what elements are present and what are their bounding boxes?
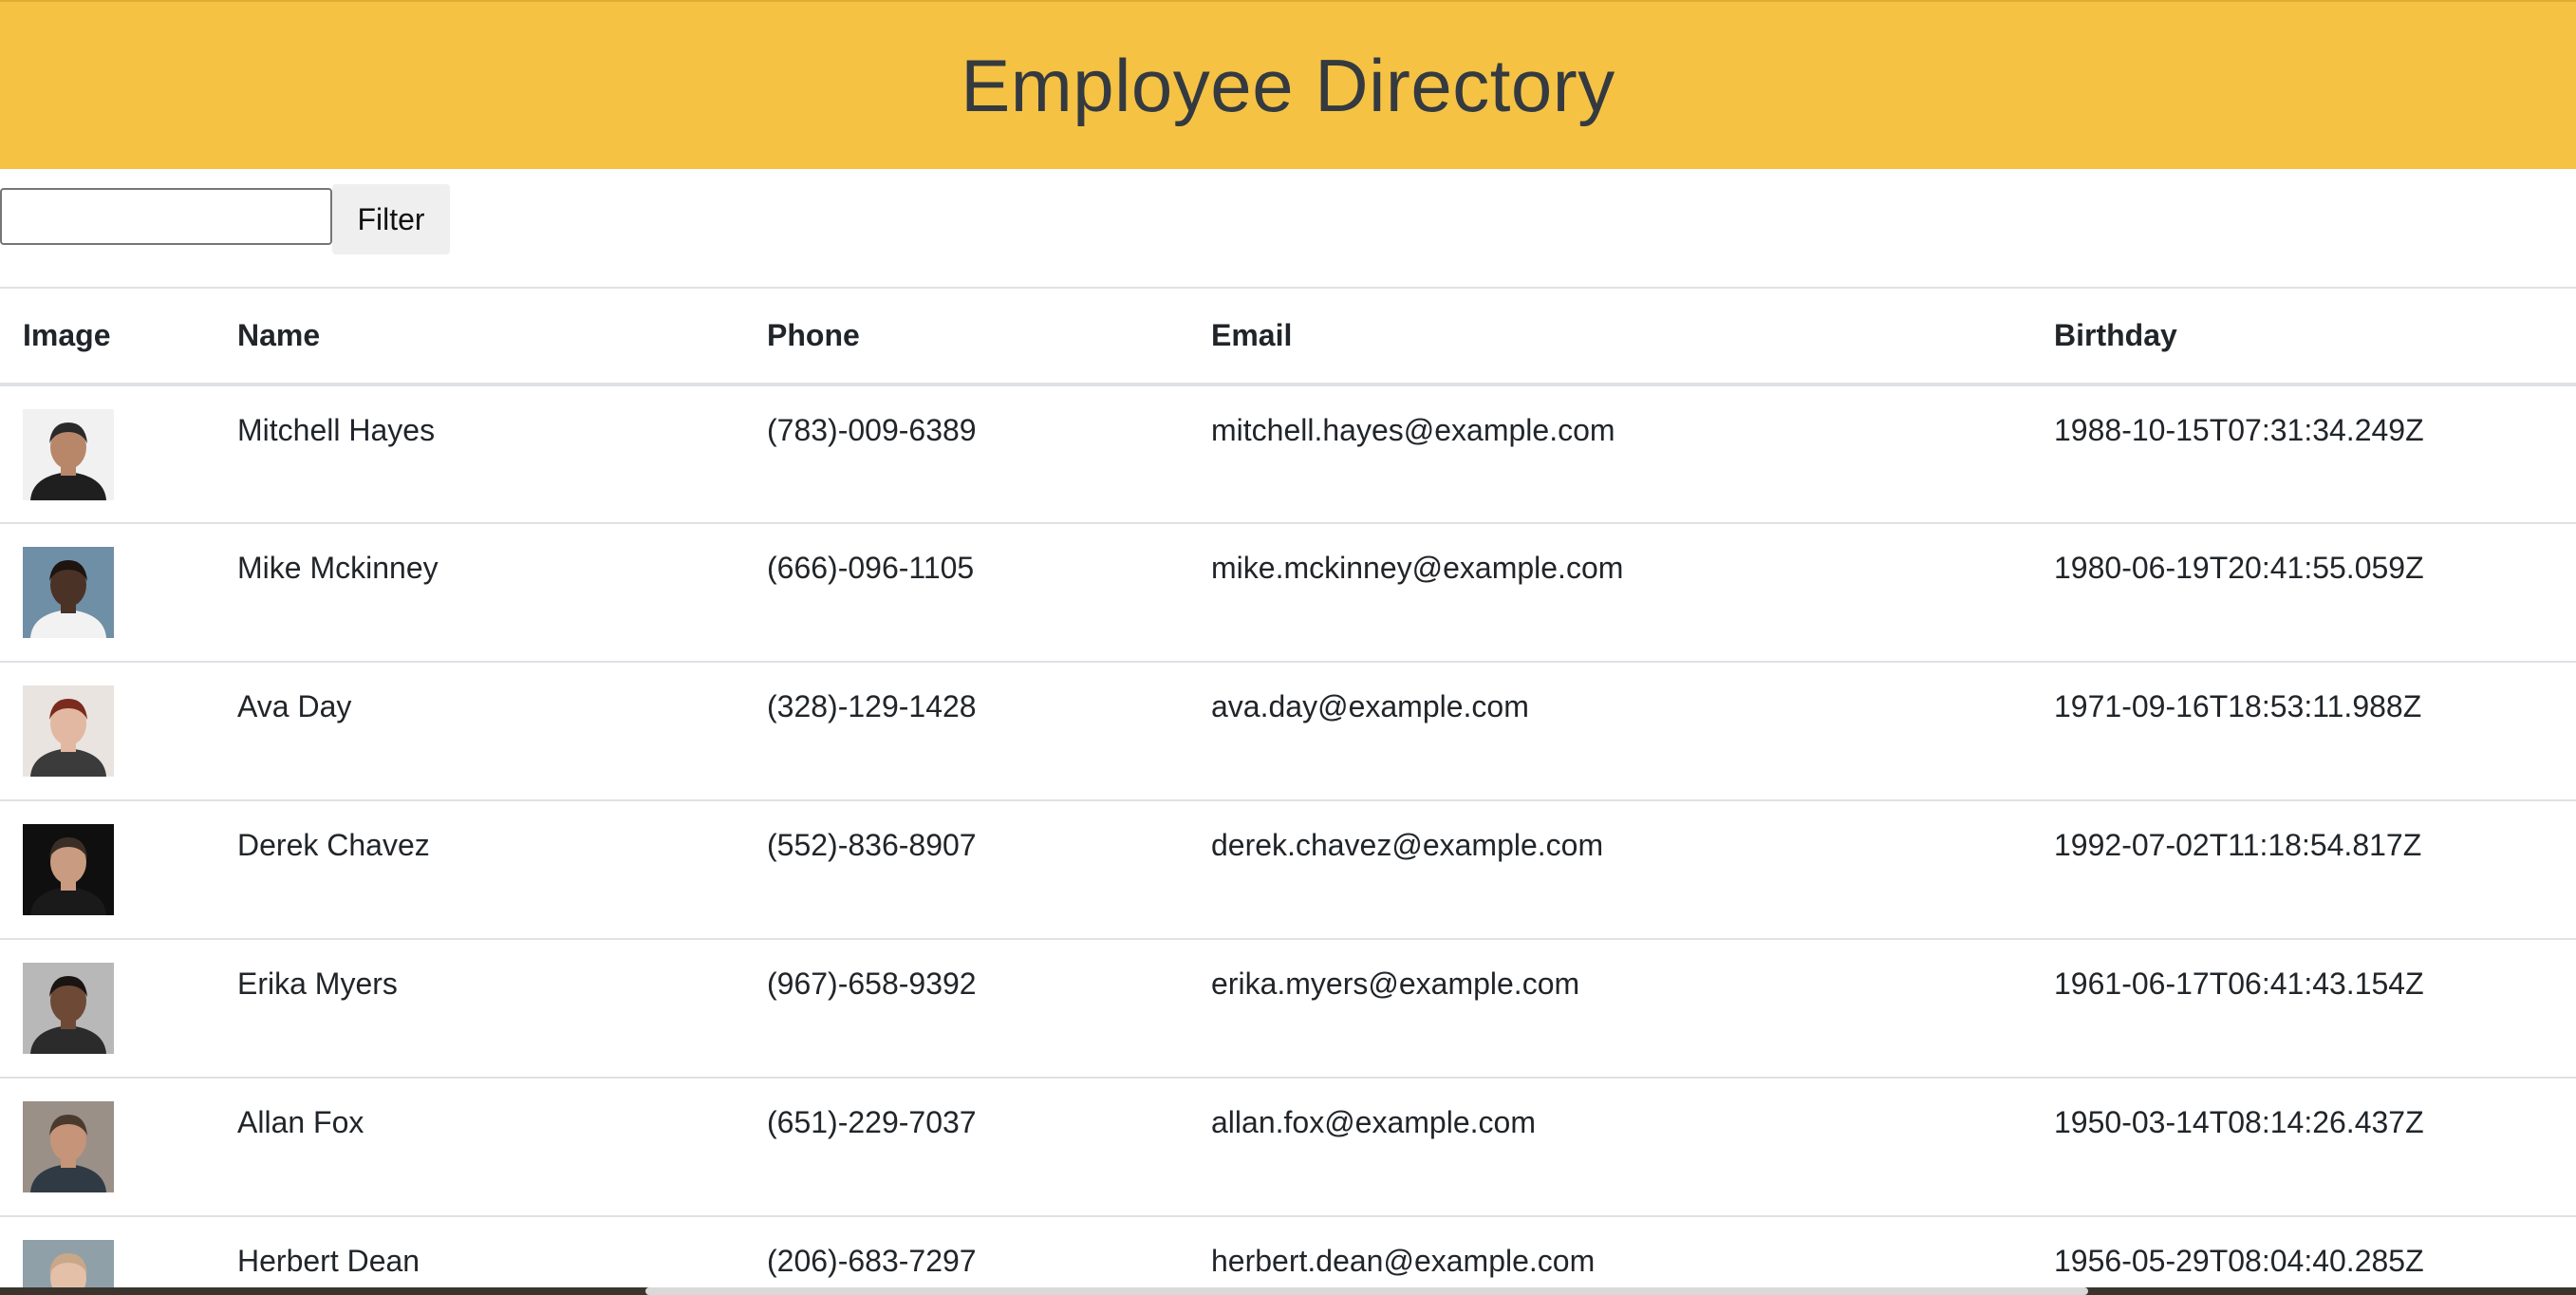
column-header-name[interactable]: Name bbox=[215, 287, 744, 386]
name-cell: Allan Fox bbox=[215, 1078, 744, 1217]
column-header-email[interactable]: Email bbox=[1188, 287, 2031, 386]
phone-cell: (651)-229-7037 bbox=[744, 1078, 1188, 1217]
table-header: Image Name Phone Email Birthday bbox=[0, 287, 2576, 386]
image-cell bbox=[0, 662, 215, 801]
table-row: Mitchell Hayes (783)-009-6389 mitchell.hay… bbox=[0, 385, 2576, 524]
table-row: Allan Fox (651)-229-7037 allan.fox@example… bbox=[0, 1078, 2576, 1217]
app-header: Employee Directory bbox=[0, 0, 2576, 169]
phone-cell: (967)-658-9392 bbox=[744, 939, 1188, 1079]
phone-cell: (552)-836-8907 bbox=[744, 800, 1188, 940]
avatar bbox=[23, 409, 114, 500]
phone-cell: (783)-009-6389 bbox=[744, 385, 1188, 524]
email-cell: herbert.dean@example.com bbox=[1188, 1216, 2031, 1295]
avatar bbox=[23, 547, 114, 638]
page: Employee Directory Filter Image Name Pho… bbox=[0, 0, 2576, 1295]
email-cell: mitchell.hayes@example.com bbox=[1188, 385, 2031, 524]
email-cell: mike.mckinney@example.com bbox=[1188, 523, 2031, 663]
page-title: Employee Directory bbox=[961, 43, 1615, 127]
name-cell: Mitchell Hayes bbox=[215, 385, 744, 524]
name-cell: Ava Day bbox=[215, 662, 744, 801]
name-cell: Erika Myers bbox=[215, 939, 744, 1079]
name-cell: Mike Mckinney bbox=[215, 523, 744, 663]
phone-cell: (666)-096-1105 bbox=[744, 523, 1188, 663]
filter-button[interactable]: Filter bbox=[332, 184, 450, 254]
table-row: Ava Day (328)-129-1428 ava.day@example.com… bbox=[0, 662, 2576, 801]
avatar bbox=[23, 685, 114, 777]
email-cell: ava.day@example.com bbox=[1188, 662, 2031, 801]
table-row: Erika Myers (967)-658-9392 erika.myers@exa… bbox=[0, 939, 2576, 1079]
employee-table: Image Name Phone Email Birthday Mitchell… bbox=[0, 287, 2576, 1295]
filter-bar: Filter bbox=[0, 169, 2576, 287]
table-row: Derek Chavez (552)-836-8907 derek.chavez@e… bbox=[0, 800, 2576, 940]
phone-cell: (206)-683-7297 bbox=[744, 1216, 1188, 1295]
column-header-phone[interactable]: Phone bbox=[744, 287, 1188, 386]
image-cell bbox=[0, 523, 215, 663]
phone-cell: (328)-129-1428 bbox=[744, 662, 1188, 801]
avatar bbox=[23, 824, 114, 915]
name-cell: Derek Chavez bbox=[215, 800, 744, 940]
birthday-cell: 1988-10-15T07:31:34.249Z bbox=[2031, 385, 2576, 524]
avatar bbox=[23, 1101, 114, 1192]
email-cell: erika.myers@example.com bbox=[1188, 939, 2031, 1079]
birthday-cell: 1950-03-14T08:14:26.437Z bbox=[2031, 1078, 2576, 1217]
image-cell bbox=[0, 1216, 215, 1295]
avatar bbox=[23, 963, 114, 1054]
image-cell bbox=[0, 1078, 215, 1217]
column-header-birthday[interactable]: Birthday bbox=[2031, 287, 2576, 386]
column-header-image[interactable]: Image bbox=[0, 287, 215, 386]
image-cell bbox=[0, 385, 215, 524]
horizontal-scrollbar[interactable] bbox=[645, 1287, 2088, 1295]
filter-input[interactable] bbox=[0, 188, 332, 245]
email-cell: allan.fox@example.com bbox=[1188, 1078, 2031, 1217]
birthday-cell: 1992-07-02T11:18:54.817Z bbox=[2031, 800, 2576, 940]
table-body: Mitchell Hayes (783)-009-6389 mitchell.hay… bbox=[0, 385, 2576, 1295]
image-cell bbox=[0, 800, 215, 940]
email-cell: derek.chavez@example.com bbox=[1188, 800, 2031, 940]
name-cell: Herbert Dean bbox=[215, 1216, 744, 1295]
birthday-cell: 1961-06-17T06:41:43.154Z bbox=[2031, 939, 2576, 1079]
birthday-cell: 1980-06-19T20:41:55.059Z bbox=[2031, 523, 2576, 663]
image-cell bbox=[0, 939, 215, 1079]
birthday-cell: 1971-09-16T18:53:11.988Z bbox=[2031, 662, 2576, 801]
table-row: Mike Mckinney (666)-096-1105 mike.mckinney… bbox=[0, 523, 2576, 663]
table-row: Herbert Dean (206)-683-7297 herbert.dean@e… bbox=[0, 1216, 2576, 1295]
birthday-cell: 1956-05-29T08:04:40.285Z bbox=[2031, 1216, 2576, 1295]
table-header-row: Image Name Phone Email Birthday bbox=[0, 287, 2576, 386]
